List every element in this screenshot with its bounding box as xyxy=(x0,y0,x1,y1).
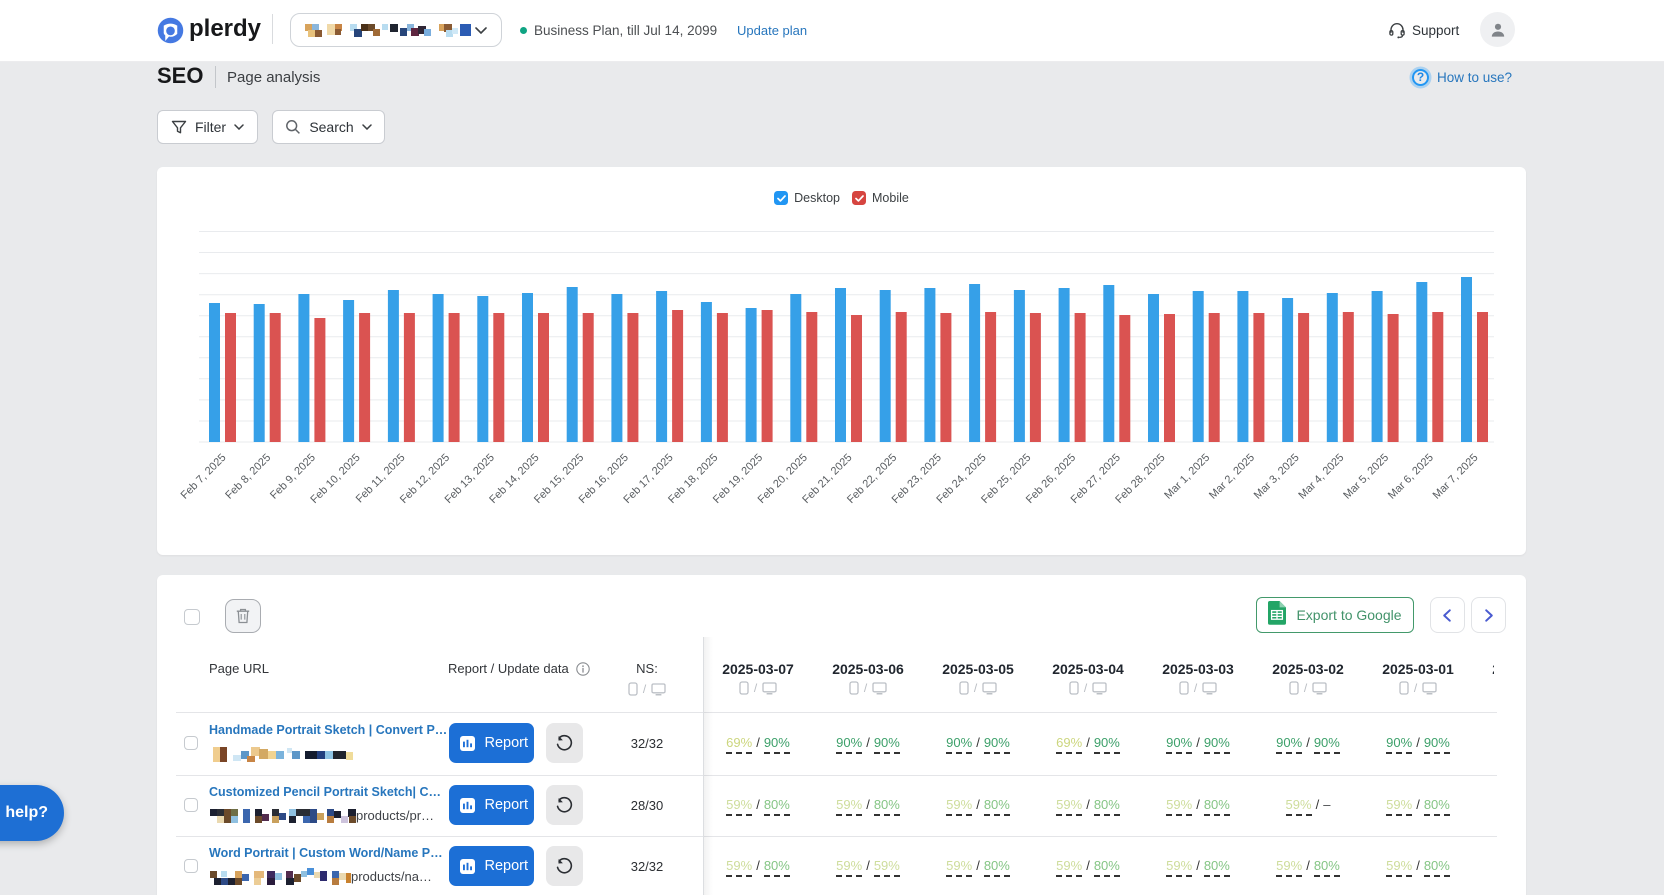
svg-text:Feb 8, 2025: Feb 8, 2025 xyxy=(223,452,273,502)
svg-text:Mar 7, 2025: Mar 7, 2025 xyxy=(1431,452,1481,502)
svg-text:Mar 2, 2025: Mar 2, 2025 xyxy=(1207,452,1257,502)
svg-text:Mar 1, 2025: Mar 1, 2025 xyxy=(1162,452,1212,502)
svg-text:Mar 4, 2025: Mar 4, 2025 xyxy=(1296,452,1346,502)
svg-text:Mar 5, 2025: Mar 5, 2025 xyxy=(1341,452,1391,502)
svg-text:Feb 7, 2025: Feb 7, 2025 xyxy=(179,452,229,502)
svg-text:Mar 3, 2025: Mar 3, 2025 xyxy=(1252,452,1302,502)
svg-text:Mar 6, 2025: Mar 6, 2025 xyxy=(1386,452,1436,502)
